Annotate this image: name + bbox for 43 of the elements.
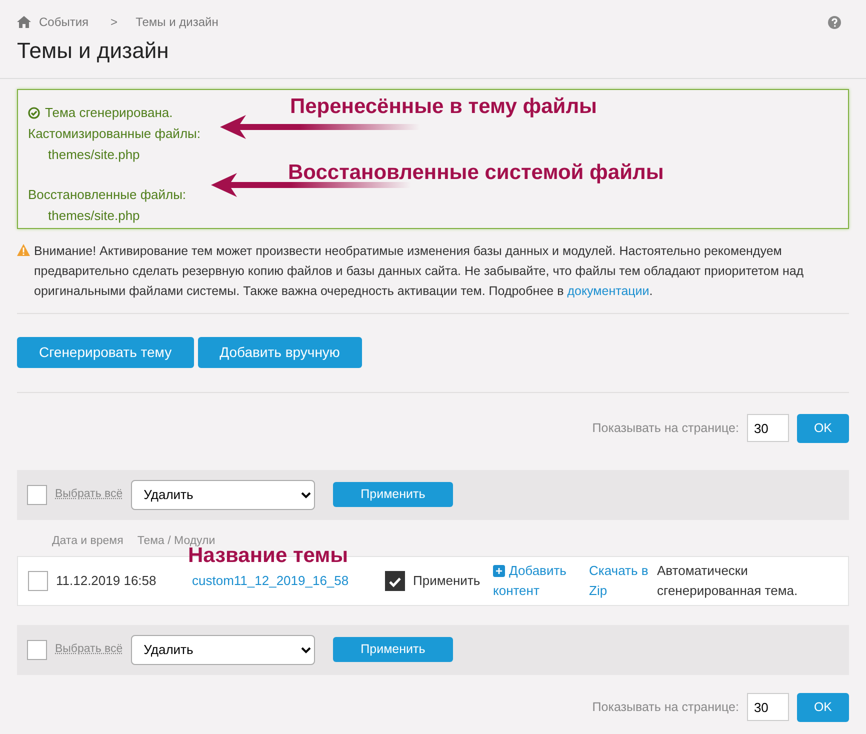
theme-description: Автоматически сгенерированная тема. (657, 562, 799, 600)
file-path: themes/site.php (47, 146, 141, 164)
per-page-label: Показывать на странице: (592, 698, 739, 716)
documentation-link[interactable]: документации (567, 284, 650, 298)
annotation-label: Перенесённые в тему файлы (290, 96, 597, 117)
apply-button[interactable]: Применить (332, 637, 454, 662)
column-header: Дата и время (52, 534, 124, 549)
help-icon[interactable] (828, 16, 841, 28)
plus-icon: + (493, 564, 505, 577)
theme-name-link[interactable]: custom11_12_2019_16_58 (192, 570, 385, 591)
check-circle-icon (28, 106, 40, 118)
ok-button[interactable]: OK (796, 692, 849, 722)
select-all-link[interactable]: Выбрать всё (55, 486, 123, 504)
select-all-checkbox[interactable] (27, 484, 47, 505)
generate-theme-button[interactable]: Сгенерировать тему (17, 337, 194, 368)
section-label: Восстановленные файлы: (28, 186, 186, 204)
apply-label: Применить (413, 572, 482, 590)
per-page-field[interactable]: 30 (746, 693, 789, 722)
add-content-link[interactable]: + Добавить контент (493, 560, 589, 601)
apply-button[interactable]: Применить (332, 482, 454, 508)
bulk-action-select[interactable]: Удалить (130, 634, 315, 665)
date-time: 11.12.2019 16:58 (56, 572, 158, 590)
ok-button[interactable]: OK (796, 414, 849, 443)
file-path: themes/site.php (47, 207, 141, 225)
download-zip-link[interactable]: Скачать в Zip (589, 560, 657, 601)
add-manually-button[interactable]: Добавить вручную (198, 337, 362, 368)
row-checkbox[interactable] (28, 570, 48, 591)
section-label: Кастомизированные файлы: (28, 125, 200, 143)
warning-icon (17, 244, 30, 256)
page-title: Темы и дизайн (16, 37, 170, 65)
bulk-action-select[interactable]: Удалить (130, 480, 315, 510)
per-page-label: Показывать на странице: (592, 420, 739, 437)
status-message: Тема сгенерирована. (45, 104, 173, 122)
warning-text: Внимание! Активирование тем может произвести необратимые изменения базы данных и модулей. Настоятельно рекомендуем предварительно сделать резервную копию файлов и базы данных сайта. Не забывайте, что файлы тем обладают приоритетом над оригинальными файлами системы. Также важна очередность активации тем. Подробнее в документации. (34, 243, 805, 300)
select-all-link[interactable]: Выбрать всё (55, 641, 123, 658)
select-all-checkbox[interactable] (27, 640, 47, 660)
per-page-field[interactable]: 30 (746, 414, 789, 442)
home-icon (17, 16, 31, 28)
breadcrumb-link[interactable]: Темы и дизайн (136, 13, 218, 31)
breadcrumb-link[interactable]: События (39, 13, 89, 31)
breadcrumb-separator: > (110, 14, 118, 31)
apply-checkbox[interactable] (385, 570, 405, 591)
annotation-label: Восстановленные системой файлы (288, 162, 664, 183)
